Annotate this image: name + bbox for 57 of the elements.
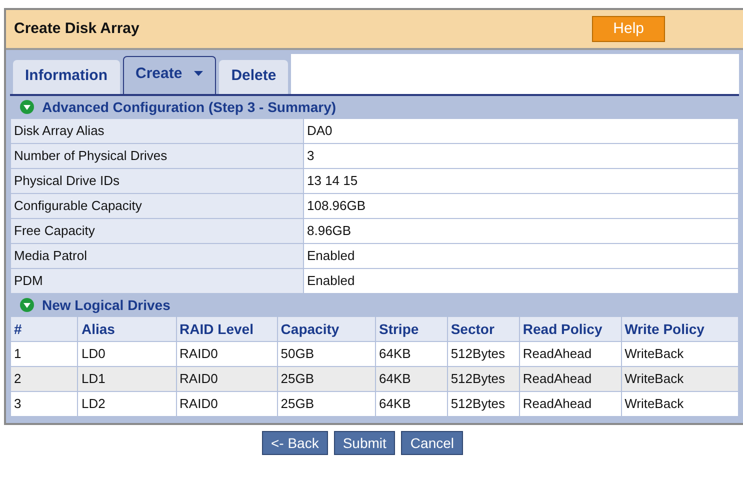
field-value: DA0 bbox=[304, 118, 738, 144]
table-cell: 64KB bbox=[375, 366, 448, 392]
table-cell: 50GB bbox=[277, 342, 376, 366]
section-title: Advanced Configuration (Step 3 - Summary) bbox=[42, 98, 336, 117]
field-value: 13 14 15 bbox=[304, 168, 738, 194]
table-cell: ReadAhead bbox=[519, 392, 622, 416]
table-cell: RAID0 bbox=[176, 392, 278, 416]
column-header: Write Policy bbox=[621, 316, 738, 342]
table-cell: 512Bytes bbox=[447, 392, 520, 416]
field-label: PDM bbox=[10, 268, 304, 294]
table-cell: 64KB bbox=[375, 342, 448, 366]
table-cell: LD1 bbox=[78, 366, 176, 392]
table-cell: ReadAhead bbox=[519, 366, 622, 392]
field-label: Configurable Capacity bbox=[10, 194, 304, 218]
field-value: 3 bbox=[304, 144, 738, 168]
column-header: Stripe bbox=[375, 316, 448, 342]
action-button[interactable]: Submit bbox=[334, 431, 396, 455]
table-cell: WriteBack bbox=[621, 342, 738, 366]
column-header: # bbox=[10, 316, 78, 342]
table-cell: ReadAhead bbox=[519, 342, 622, 366]
table-cell: LD2 bbox=[78, 392, 176, 416]
column-header: Read Policy bbox=[519, 316, 622, 342]
field-value: Enabled bbox=[304, 268, 738, 294]
table-cell: 64KB bbox=[375, 392, 448, 416]
table-cell: 3 bbox=[10, 392, 78, 416]
field-label: Physical Drive IDs bbox=[10, 168, 304, 194]
table-cell: WriteBack bbox=[621, 392, 738, 416]
field-value: Enabled bbox=[304, 244, 738, 268]
column-header: Sector bbox=[447, 316, 520, 342]
column-header: Alias bbox=[78, 316, 176, 342]
field-label: Number of Physical Drives bbox=[10, 144, 304, 168]
table-cell: RAID0 bbox=[176, 366, 278, 392]
section-title: New Logical Drives bbox=[42, 296, 170, 315]
table-cell: 25GB bbox=[277, 392, 376, 416]
table-cell: LD0 bbox=[78, 342, 176, 366]
table-cell: 2 bbox=[10, 366, 78, 392]
collapse-icon[interactable] bbox=[20, 100, 34, 114]
table-cell: WriteBack bbox=[621, 366, 738, 392]
field-label: Free Capacity bbox=[10, 218, 304, 244]
field-label: Media Patrol bbox=[10, 244, 304, 268]
page-title: Create Disk Array bbox=[14, 18, 140, 39]
column-header: Capacity bbox=[277, 316, 376, 342]
table-cell: RAID0 bbox=[176, 342, 278, 366]
collapse-icon[interactable] bbox=[20, 298, 34, 312]
table-cell: 25GB bbox=[277, 366, 376, 392]
field-label: Disk Array Alias bbox=[10, 118, 304, 144]
tab[interactable]: Create bbox=[122, 56, 216, 94]
table-cell: 1 bbox=[10, 342, 78, 366]
table-cell: 512Bytes bbox=[447, 366, 520, 392]
field-value: 108.96GB bbox=[304, 194, 738, 218]
tab[interactable]: Delete bbox=[219, 60, 288, 94]
action-button[interactable]: Cancel bbox=[401, 431, 464, 455]
column-header: RAID Level bbox=[176, 316, 278, 342]
tab[interactable]: Information bbox=[13, 60, 120, 94]
table-cell: 512Bytes bbox=[447, 342, 520, 366]
action-button[interactable]: <- Back bbox=[262, 431, 328, 455]
field-value: 8.96GB bbox=[304, 218, 738, 244]
